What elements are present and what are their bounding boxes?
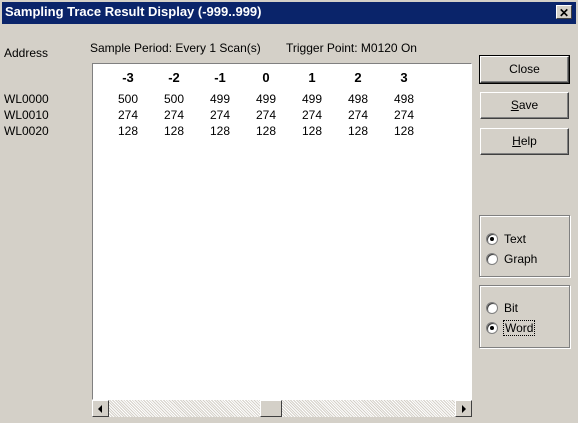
column-header: -3 <box>122 70 134 85</box>
table-cell: 274 <box>347 108 369 122</box>
radio-button-icon[interactable] <box>486 233 498 245</box>
radio-text-label: Text <box>504 232 527 246</box>
trace-data-grid[interactable]: -3 -2 -1 0 1 2 3 500 500 499 499 499 498 498 274 274 274… <box>92 63 472 400</box>
table-cell: 128 <box>347 124 369 138</box>
column-header: 0 <box>262 70 270 85</box>
table-cell: 274 <box>255 108 277 122</box>
radio-text-option[interactable]: Text <box>486 231 526 247</box>
column-header: -1 <box>214 70 226 85</box>
radio-bit-label: Bit <box>504 301 519 315</box>
table-cell: 274 <box>393 108 415 122</box>
radio-word-label: Word <box>502 320 536 336</box>
table-cell: 499 <box>209 92 231 106</box>
arrow-left-icon <box>98 405 102 413</box>
radio-button-icon[interactable] <box>486 302 498 314</box>
table-cell: 128 <box>301 124 323 138</box>
horizontal-scrollbar[interactable] <box>92 400 472 417</box>
table-cell: 274 <box>163 108 185 122</box>
close-icon[interactable]: ✕ <box>556 5 572 20</box>
table-cell: 128 <box>209 124 231 138</box>
trace-result-window: Sampling Trace Result Display (-999..999… <box>0 0 578 423</box>
table-cell: 500 <box>163 92 185 106</box>
scroll-thumb[interactable] <box>260 400 282 417</box>
radio-bit-option[interactable]: Bit <box>486 300 518 316</box>
save-button[interactable]: Save <box>480 92 569 119</box>
scroll-left-button[interactable] <box>92 400 109 417</box>
trigger-point-label: Trigger Point: M0120 On <box>286 41 417 55</box>
display-mode-group: Text Graph <box>479 215 570 277</box>
table-cell: 128 <box>393 124 415 138</box>
column-header: 3 <box>400 70 408 85</box>
column-header: 1 <box>308 70 316 85</box>
table-cell: 498 <box>393 92 415 106</box>
help-button-label-rest: elp <box>520 134 537 148</box>
table-cell: 128 <box>117 124 139 138</box>
table-cell: 128 <box>163 124 185 138</box>
sample-period-label: Sample Period: Every 1 Scan(s) <box>90 41 261 55</box>
window-title: Sampling Trace Result Display (-999..999… <box>5 4 262 19</box>
table-cell: 498 <box>347 92 369 106</box>
help-button[interactable]: Help <box>480 128 569 155</box>
radio-button-icon[interactable] <box>486 322 498 334</box>
column-header: -2 <box>168 70 180 85</box>
title-bar[interactable]: Sampling Trace Result Display (-999..999… <box>2 2 576 24</box>
radio-graph-label: Graph <box>504 252 538 266</box>
radio-word-option[interactable]: Word <box>486 320 536 336</box>
save-accelerator: S <box>510 98 519 112</box>
table-cell: 274 <box>209 108 231 122</box>
table-cell: 274 <box>117 108 139 122</box>
radio-graph-option[interactable]: Graph <box>486 251 537 267</box>
scroll-right-button[interactable] <box>455 400 472 417</box>
radio-button-icon[interactable] <box>486 253 498 265</box>
arrow-right-icon <box>462 405 466 413</box>
table-cell: 500 <box>117 92 139 106</box>
table-cell: 128 <box>255 124 277 138</box>
help-accelerator: H <box>512 134 521 148</box>
table-cell: 499 <box>301 92 323 106</box>
table-cell: 274 <box>301 108 323 122</box>
close-button[interactable]: Close <box>479 55 570 84</box>
data-unit-group: Bit Word <box>479 285 570 348</box>
save-button-label-rest: ave <box>518 98 539 112</box>
column-header: 2 <box>354 70 362 85</box>
address-label: Address <box>4 46 49 60</box>
table-cell: 499 <box>255 92 277 106</box>
address-row: WL0020 <box>4 124 49 138</box>
address-row: WL0010 <box>4 108 49 122</box>
address-row: WL0000 <box>4 92 49 106</box>
